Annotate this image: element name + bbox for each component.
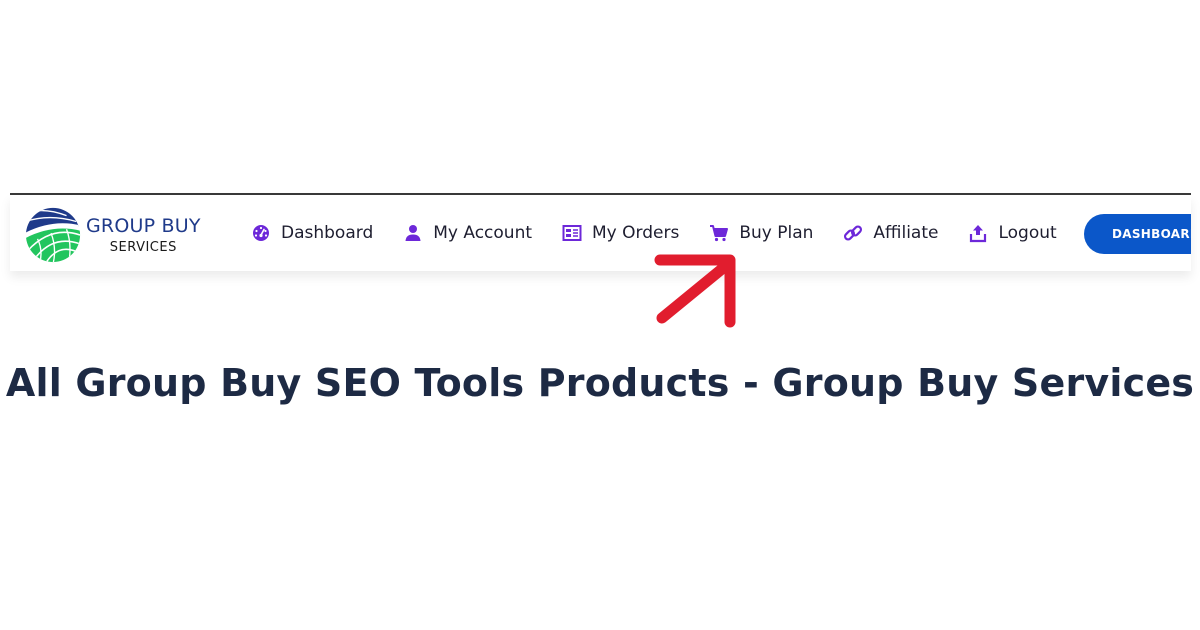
nav-label-affiliate: Affiliate: [873, 223, 939, 243]
top-navbar: GROUP BUY SERVICES Dashboard My Account …: [10, 195, 1191, 271]
nav-item-my-account[interactable]: My Account: [403, 223, 532, 243]
nav-item-logout[interactable]: Logout: [968, 223, 1057, 243]
nav-item-buy-plan[interactable]: Buy Plan: [709, 223, 813, 243]
red-arrow-pointer-icon: [654, 254, 736, 328]
nav-item-affiliate[interactable]: Affiliate: [843, 223, 938, 243]
cart-icon: [710, 225, 729, 242]
nav-label-logout: Logout: [998, 223, 1057, 243]
upload-logout-icon: [970, 225, 987, 243]
brand-subtitle: SERVICES: [109, 239, 177, 255]
brand-text: GROUP BUY SERVICES: [86, 214, 201, 255]
nav-label-buy-plan: Buy Plan: [739, 223, 814, 243]
globe-logo-icon: [25, 207, 81, 263]
orders-list-icon: [562, 225, 582, 241]
nav-label-my-account: My Account: [433, 223, 533, 243]
nav-item-my-orders[interactable]: My Orders: [562, 223, 679, 243]
nav-label-my-orders: My Orders: [592, 223, 680, 243]
dashboard-gauge-icon: [253, 225, 269, 241]
page-title: All Group Buy SEO Tools Products - Group…: [5, 361, 1195, 406]
link-icon: [844, 225, 863, 241]
dashboard-button[interactable]: DASHBOARD: [1084, 214, 1191, 254]
brand-logo[interactable]: GROUP BUY SERVICES: [24, 205, 224, 265]
nav-item-dashboard[interactable]: Dashboard: [251, 223, 373, 243]
brand-title: GROUP BUY: [86, 214, 201, 237]
user-icon: [405, 225, 421, 241]
nav-label-dashboard: Dashboard: [281, 223, 374, 243]
